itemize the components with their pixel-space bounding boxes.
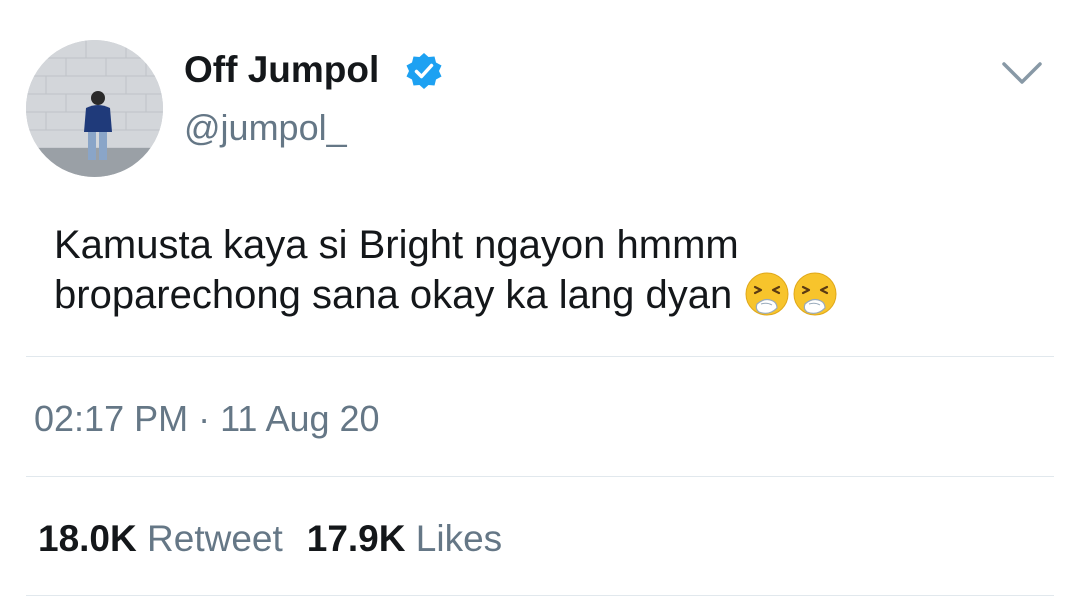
likes-count: 17.9K	[306, 518, 406, 559]
tweet-stats: 18.0K Retweet 17.9K Likes	[38, 517, 502, 561]
divider	[26, 356, 1054, 357]
avatar-photo	[26, 40, 163, 177]
tweet-text-line-with-emoji: broparechong sana okay ka lang dyan	[54, 270, 1034, 320]
verified-badge-icon	[404, 51, 444, 91]
retweets-stat[interactable]: 18.0K Retweet	[38, 518, 283, 559]
tweet-timestamp[interactable]: 02:17 PM · 11 Aug 20	[34, 397, 380, 441]
chevron-down-icon[interactable]	[1000, 58, 1044, 88]
avatar[interactable]	[26, 40, 163, 177]
divider	[26, 476, 1054, 477]
tweet-text-line: Kamusta kaya si Bright ngayon hmmm	[54, 223, 739, 267]
likes-stat[interactable]: 17.9K Likes	[307, 518, 502, 559]
retweets-label: Retweet	[147, 518, 283, 559]
divider	[26, 595, 1054, 596]
retweets-count: 18.0K	[38, 518, 137, 559]
author-handle[interactable]: @jumpol_	[184, 106, 347, 150]
sneezing-face-emoji-icon	[743, 270, 791, 318]
tweet-text: Kamusta kaya si Bright ngayon hmmm bropa…	[54, 220, 1034, 320]
sneezing-face-emoji-icon	[791, 270, 839, 318]
likes-label: Likes	[415, 518, 503, 559]
author-display-name[interactable]: Off Jumpol	[184, 48, 379, 92]
tweet-text-line: broparechong sana okay ka lang dyan	[54, 273, 733, 317]
